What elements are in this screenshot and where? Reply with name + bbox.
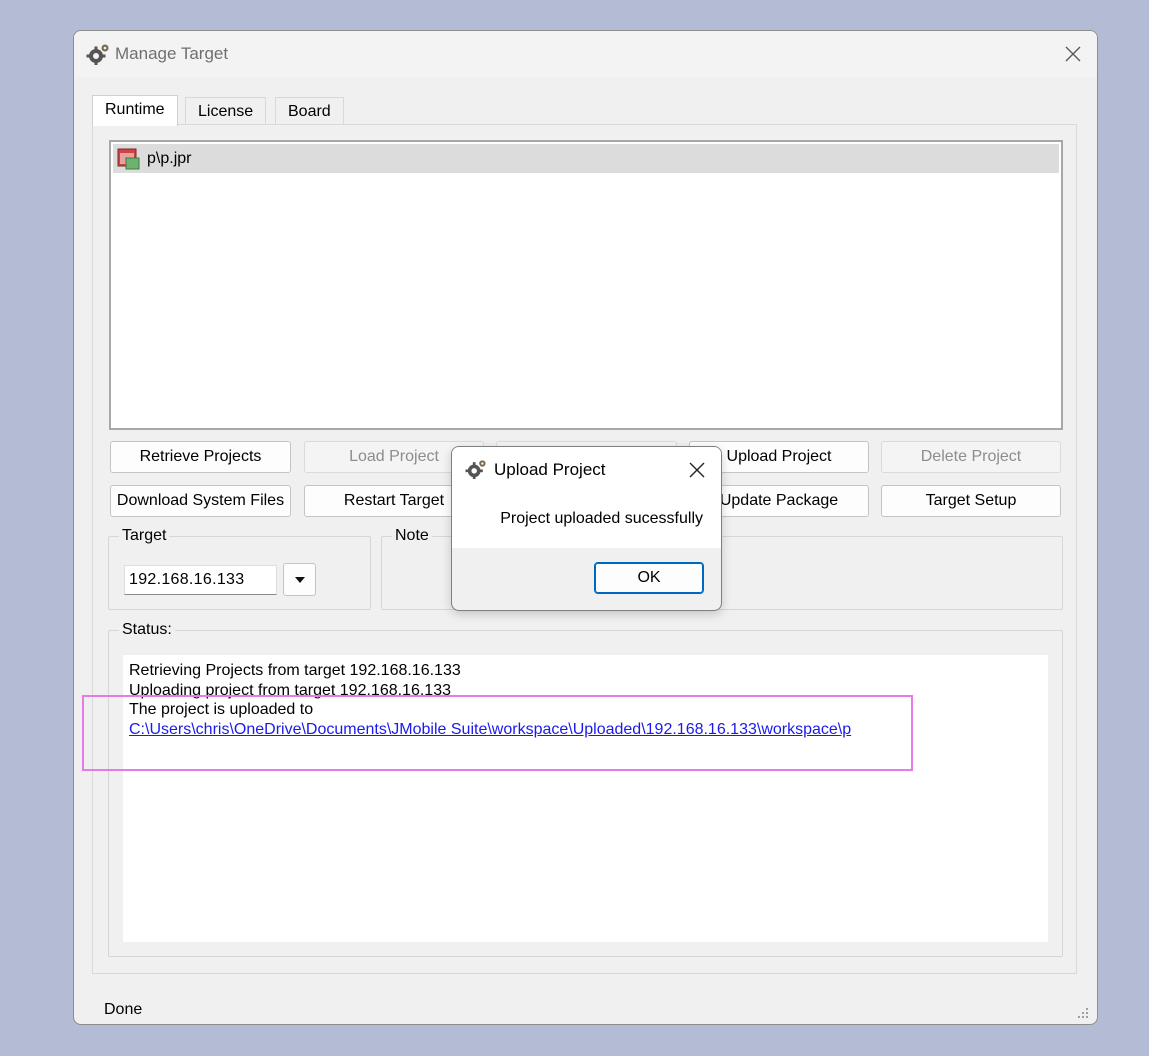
status-line: The project is uploaded to: [129, 701, 314, 718]
status-label: Status:: [119, 621, 175, 639]
dialog-title-bar[interactable]: Upload Project: [452, 447, 721, 492]
window-close-button[interactable]: [1049, 31, 1097, 77]
uploaded-path-link[interactable]: C:\Users\chris\OneDrive\Documents\JMobil…: [129, 720, 1048, 740]
dialog-close-button[interactable]: [673, 447, 721, 492]
delete-project-button[interactable]: Delete Project: [881, 441, 1061, 473]
target-dropdown-button[interactable]: [283, 563, 316, 596]
project-item-label: p\p.jpr: [147, 149, 192, 167]
chevron-down-icon: [294, 576, 305, 583]
status-group: Status: Retrieving Projects from target …: [108, 621, 1063, 957]
dialog-body: Project uploaded sucessfully: [452, 492, 721, 548]
gear-icon: [465, 460, 486, 479]
status-line: Retrieving Projects from target 192.168.…: [129, 662, 461, 679]
resize-grip-icon[interactable]: [1075, 1005, 1089, 1019]
tab-board[interactable]: Board: [275, 97, 344, 125]
note-label: Note: [392, 527, 432, 545]
status-log[interactable]: Retrieving Projects from target 192.168.…: [123, 655, 1048, 942]
target-ip-input[interactable]: 192.168.16.133: [124, 565, 277, 595]
upload-project-dialog: Upload Project Project uploaded sucessfu…: [451, 446, 722, 611]
retrieve-projects-button[interactable]: Retrieve Projects: [110, 441, 291, 473]
download-system-files-button[interactable]: Download System Files: [110, 485, 291, 517]
status-line: Uploading project from target 192.168.16…: [129, 681, 451, 699]
project-file-icon: [117, 148, 140, 169]
dialog-message: Project uploaded sucessfully: [500, 510, 703, 527]
close-icon: [689, 462, 705, 477]
target-setup-button[interactable]: Target Setup: [881, 485, 1061, 517]
window-title: Manage Target: [115, 44, 229, 63]
footer-status: Done: [104, 1001, 143, 1018]
tab-runtime[interactable]: Runtime: [92, 95, 178, 126]
dialog-title: Upload Project: [494, 460, 606, 479]
project-list[interactable]: p\p.jpr: [109, 140, 1063, 430]
ok-button[interactable]: OK: [594, 562, 704, 594]
target-group: Target 192.168.16.133: [108, 527, 371, 610]
close-icon: [1065, 46, 1081, 62]
gear-icon: [86, 44, 109, 65]
title-bar[interactable]: Manage Target: [74, 31, 1097, 77]
tab-license[interactable]: License: [185, 97, 267, 125]
target-label: Target: [119, 527, 170, 545]
list-item[interactable]: p\p.jpr: [113, 144, 1059, 173]
